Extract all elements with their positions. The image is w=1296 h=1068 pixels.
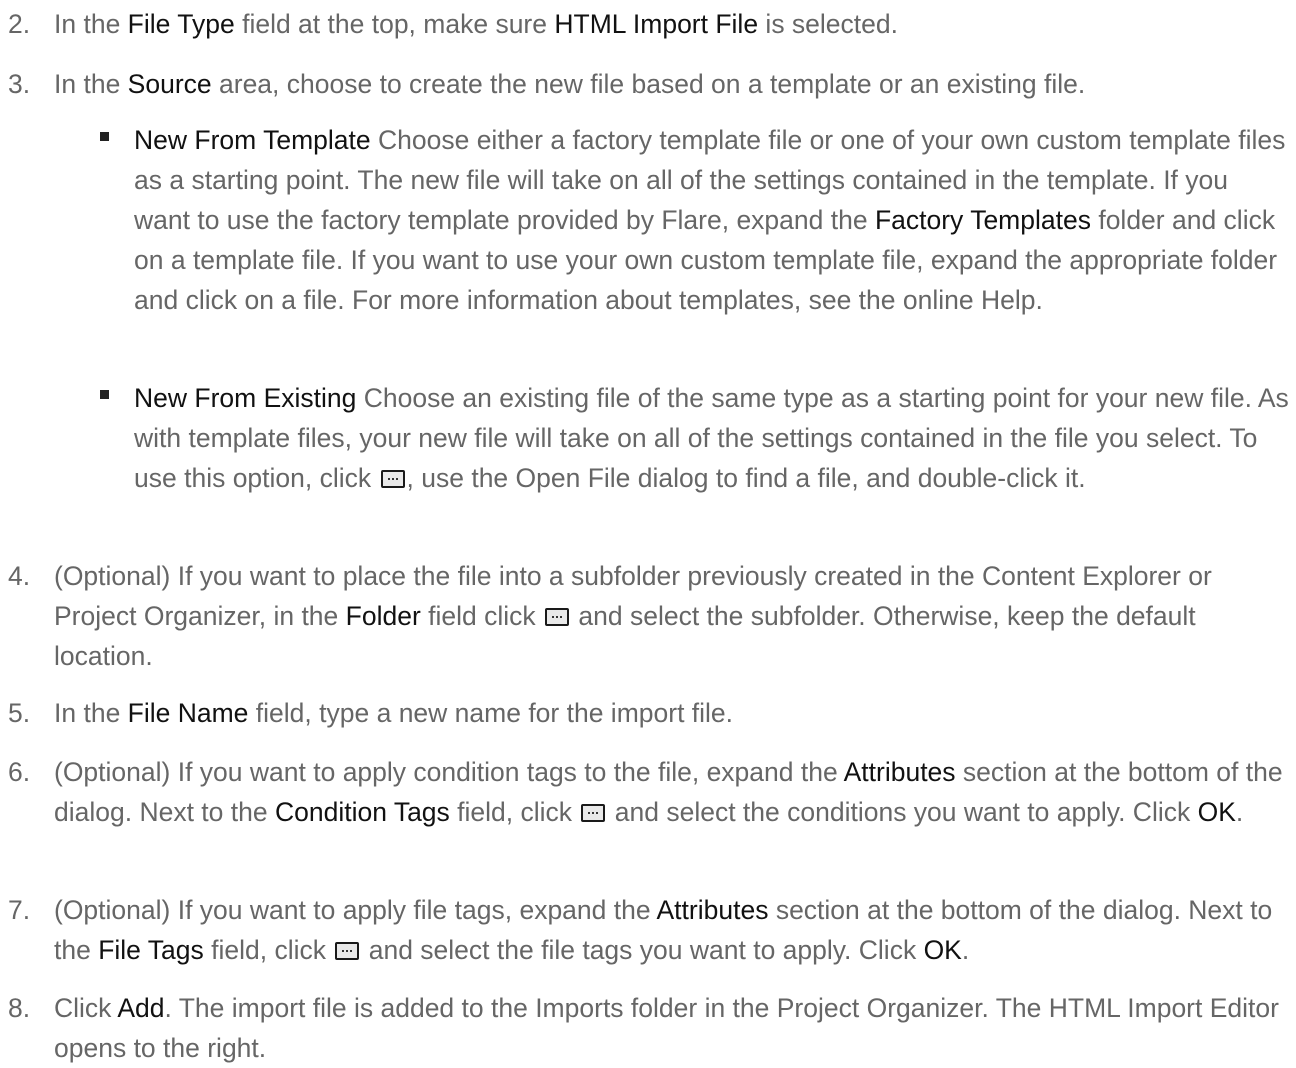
text: field, type a new name for the import fi… (248, 698, 734, 728)
text: In the (54, 9, 128, 39)
step-number: 2. (8, 9, 31, 39)
step-text: In the Source area, choose to create the… (54, 64, 1290, 104)
step-number: 7. (8, 895, 31, 925)
step-number: 3. (8, 69, 31, 99)
text: , use the Open File dialog to find a fil… (406, 463, 1086, 493)
step-number: 8. (8, 993, 31, 1023)
step-text: (Optional) If you want to apply conditio… (54, 752, 1290, 832)
text: field, click (203, 935, 334, 965)
ellipsis-browse-icon (335, 942, 360, 960)
bullet-square-icon (100, 390, 109, 399)
bullet-text: New From Existing Choose an existing fil… (134, 378, 1290, 498)
ui-term-source: Source (127, 69, 212, 99)
text: area, choose to create the new file base… (211, 69, 1086, 99)
ui-term-file-name: File Name (127, 698, 249, 728)
text: (Optional) If you want to apply conditio… (54, 757, 844, 787)
ui-term-ok: OK (1197, 797, 1236, 827)
text: In the (54, 69, 128, 99)
ui-term-condition-tags: Condition Tags (274, 797, 450, 827)
text: . (1235, 797, 1244, 827)
ui-term-add: Add (117, 993, 165, 1023)
ellipsis-browse-icon (581, 804, 606, 822)
text: (Optional) If you want to apply file tag… (54, 895, 657, 925)
text: Click (54, 993, 118, 1023)
ui-term-new-from-template: New From Template (134, 125, 371, 155)
ui-term-folder: Folder (345, 601, 421, 631)
ui-term-new-from-existing: New From Existing (134, 383, 357, 413)
bullet-text: New From Template Choose either a factor… (134, 120, 1290, 320)
text: field, click (449, 797, 580, 827)
text: In the (54, 698, 128, 728)
step-text: (Optional) If you want to place the file… (54, 556, 1290, 676)
step-text: (Optional) If you want to apply file tag… (54, 890, 1290, 970)
step-number: 6. (8, 757, 31, 787)
step-text: Click Add. The import file is added to t… (54, 988, 1290, 1068)
bullet-square-icon (100, 132, 109, 141)
text: . (961, 935, 970, 965)
ui-term-attributes: Attributes (843, 757, 956, 787)
step-number: 4. (8, 561, 31, 591)
ui-term-file-tags: File Tags (98, 935, 204, 965)
ui-term-html-import-file: HTML Import File (554, 9, 759, 39)
ellipsis-browse-icon (545, 608, 570, 626)
text: and select the conditions you want to ap… (607, 797, 1198, 827)
text: field at the top, make sure (234, 9, 555, 39)
ellipsis-browse-icon (380, 470, 405, 488)
step-text: In the File Type field at the top, make … (54, 4, 1290, 44)
ui-term-file-type: File Type (127, 9, 235, 39)
ui-term-factory-templates: Factory Templates (874, 205, 1091, 235)
text: is selected. (758, 9, 898, 39)
text: field click (420, 601, 544, 631)
ui-term-attributes: Attributes (656, 895, 769, 925)
step-number: 5. (8, 698, 31, 728)
text: and select the file tags you want to app… (361, 935, 924, 965)
ui-term-ok: OK (923, 935, 962, 965)
step-text: In the File Name field, type a new name … (54, 693, 1290, 733)
text: . The import file is added to the Import… (54, 993, 1279, 1063)
